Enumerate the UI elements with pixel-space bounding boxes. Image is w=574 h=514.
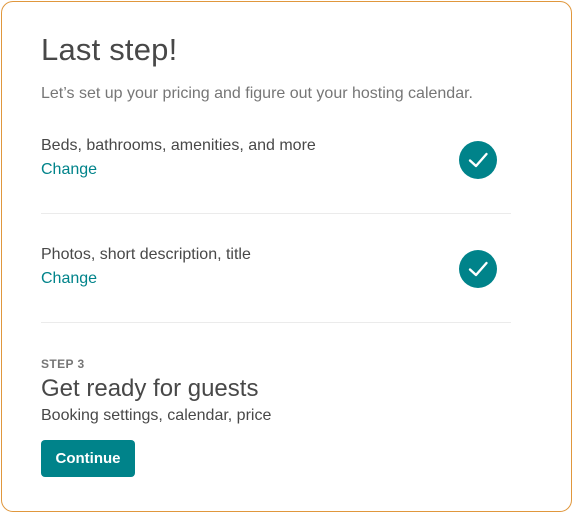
step-number-label: STEP 3 <box>41 357 85 371</box>
step-label: Beds, bathrooms, amenities, and more <box>41 137 316 154</box>
listing-progress-card: Last step! Let’s set up your pricing and… <box>1 1 572 512</box>
step-item-details: Beds, bathrooms, amenities, and more Cha… <box>41 136 511 180</box>
section-divider <box>41 213 511 214</box>
checkmark-icon <box>459 141 497 179</box>
step-label: Photos, short description, title <box>41 246 251 263</box>
section-divider <box>41 322 511 323</box>
checkmark-icon <box>459 250 497 288</box>
page-title: Last step! <box>41 32 178 67</box>
step-description: Booking settings, calendar, price <box>41 407 272 424</box>
step-item-photos: Photos, short description, title Change <box>41 245 511 289</box>
change-link[interactable]: Change <box>41 160 97 180</box>
continue-button[interactable]: Continue <box>41 440 135 477</box>
step-heading: Get ready for guests <box>41 375 259 402</box>
change-link[interactable]: Change <box>41 269 97 289</box>
page-subtitle: Let’s set up your pricing and figure out… <box>41 85 473 102</box>
